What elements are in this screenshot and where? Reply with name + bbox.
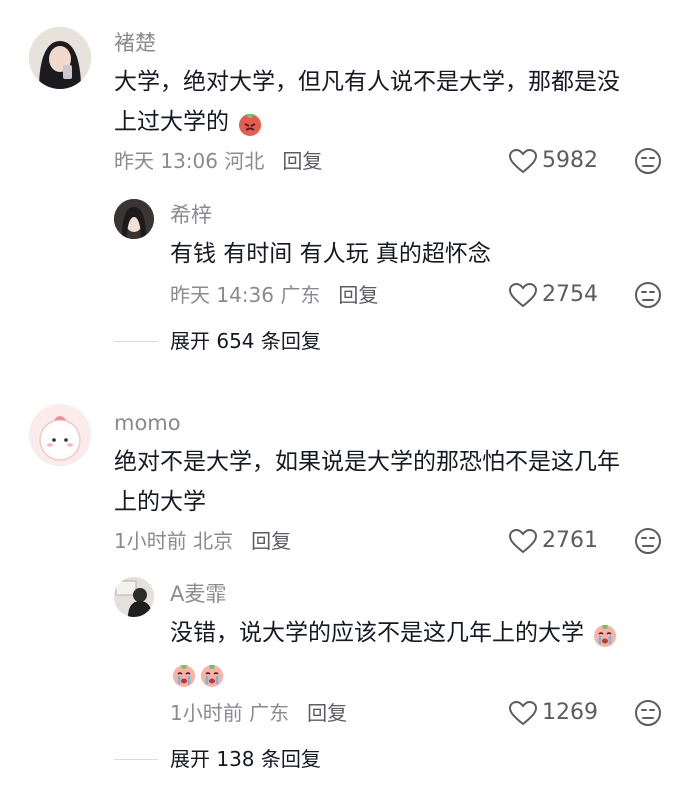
like-button[interactable]: 1269	[508, 700, 598, 726]
heart-outline-icon	[508, 528, 538, 554]
dislike-button[interactable]	[634, 147, 662, 179]
reply-text-1: 有钱 有时间 有人玩 真的超怀念	[170, 241, 491, 267]
reply-button[interactable]: 回复	[282, 148, 322, 174]
reply-meta-2: 1小时前 广东 回复	[170, 700, 348, 726]
dislike-button[interactable]	[634, 281, 662, 313]
reply-button[interactable]: 回复	[251, 528, 291, 554]
expand-replies-button[interactable]: 展开 654 条回复	[114, 328, 321, 354]
like-button[interactable]: 5982	[508, 148, 598, 174]
like-count: 2754	[542, 282, 598, 307]
reply-author-1[interactable]: 希梓	[170, 202, 212, 228]
comment-text-2: 绝对不是大学，如果说是大学的那恐怕不是这几年 上的大学	[114, 449, 620, 515]
divider	[114, 758, 158, 760]
expand-replies-button[interactable]: 展开 138 条回复	[114, 746, 321, 772]
crying-face-emoji-icon	[170, 660, 198, 688]
reply-button[interactable]: 回复	[338, 282, 378, 308]
heart-outline-icon	[508, 282, 538, 308]
comment-text-1: 大学，绝对大学，但凡有人说不是大学，那都是没 上过大学的	[114, 69, 620, 137]
comment-meta-1: 昨天 13:06 河北 回复	[114, 148, 323, 174]
reply-text-2: 没错，说大学的应该不是这几年上的大学	[170, 613, 650, 693]
comment-meta-2: 1小时前 北京 回复	[114, 528, 292, 554]
comment-avatar-1[interactable]	[29, 27, 91, 89]
comment-author-1[interactable]: 褚楚	[114, 30, 156, 56]
comment-author-2[interactable]: momo	[114, 410, 181, 436]
like-count: 2761	[542, 528, 598, 553]
reply-button[interactable]: 回复	[307, 700, 347, 726]
heart-outline-icon	[508, 148, 538, 174]
divider	[114, 340, 158, 342]
comment-avatar-2[interactable]	[29, 404, 91, 466]
dislike-face-icon	[635, 148, 661, 174]
red-pouch-emoji-icon	[236, 109, 264, 137]
reply-author-2[interactable]: A麦霏	[170, 581, 226, 607]
crying-face-emoji-icon	[198, 660, 226, 688]
dislike-face-icon	[635, 700, 661, 726]
dislike-button[interactable]	[634, 527, 662, 559]
reply-avatar-2[interactable]	[114, 577, 154, 617]
dislike-face-icon	[635, 528, 661, 554]
crying-face-emoji-icon	[591, 620, 619, 648]
dislike-button[interactable]	[634, 699, 662, 731]
reply-meta-1: 昨天 14:36 广东 回复	[170, 282, 379, 308]
reply-avatar-1[interactable]	[114, 199, 154, 239]
heart-outline-icon	[508, 700, 538, 726]
like-count: 1269	[542, 700, 598, 725]
dislike-face-icon	[635, 282, 661, 308]
like-count: 5982	[542, 148, 598, 173]
like-button[interactable]: 2754	[508, 282, 598, 308]
like-button[interactable]: 2761	[508, 528, 598, 554]
